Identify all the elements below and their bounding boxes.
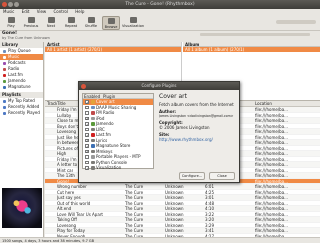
- now-playing-subtitle: by The Cure from Unknown: [2, 36, 50, 40]
- next-icon: [47, 17, 55, 23]
- plugin-icon: [91, 149, 95, 153]
- plugin-icon: [91, 166, 95, 170]
- close-window-icon[interactable]: [2, 2, 7, 7]
- previous-icon: [27, 17, 35, 23]
- plugin-info-desc: Fetch album covers from the Internet: [159, 102, 234, 107]
- music-icon: [3, 55, 6, 59]
- plugin-icon: [91, 138, 95, 142]
- sidebar-item-magnatune[interactable]: Magnatune: [0, 84, 43, 90]
- plugin-icon: [91, 155, 95, 159]
- window-titlebar: The Cure - Gone! (Rhythmbox): [0, 0, 320, 9]
- plugin-author: James Livingston <doclivingston@gmail.co…: [159, 114, 234, 118]
- visualization-icon: [129, 17, 137, 23]
- visualization-button[interactable]: Visualization: [122, 16, 144, 30]
- browse-button[interactable]: Browse: [102, 16, 120, 30]
- plugin-enabled-checkbox[interactable]: [85, 100, 89, 104]
- toolbar: Play Previous Next Repeat Shuffle Browse…: [0, 15, 320, 31]
- previous-button[interactable]: Previous: [22, 16, 40, 30]
- plugin-icon: [91, 100, 95, 104]
- plugin-enabled-checkbox[interactable]: [85, 144, 89, 148]
- dialog-close-icon[interactable]: [81, 83, 86, 89]
- plugin-site[interactable]: http://www.rhythmbox.org/: [159, 137, 237, 142]
- album-art: [2, 188, 42, 228]
- plugin-enabled-checkbox[interactable]: [85, 166, 89, 170]
- artist-all-row[interactable]: All 1 artist (1 artist) (270/1): [45, 47, 181, 52]
- now-playing-bar: Gone! by The Cure from Unknown: [0, 31, 320, 41]
- jamendo-icon: [3, 79, 6, 83]
- plugin-copyright: © 2006 James Livingston: [159, 125, 210, 130]
- plugins-dialog: Configure Plugins Enabled Plugin Cover a…: [78, 81, 240, 183]
- plugin-icon: [91, 122, 95, 126]
- repeat-button[interactable]: Repeat: [62, 16, 80, 30]
- window-title: The Cure - Gone! (Rhythmbox): [125, 2, 195, 7]
- plugin-label: Visualization: [96, 165, 122, 170]
- plugin-enabled-checkbox[interactable]: [85, 133, 89, 137]
- shuffle-icon: [87, 17, 95, 23]
- playlist-icon: [3, 99, 6, 103]
- plugin-list: Enabled Plugin Cover artDAAP Music Shari…: [82, 93, 154, 171]
- plugin-icon: [91, 116, 95, 120]
- play-icon: [7, 17, 15, 23]
- plugin-info-title: Cover art: [159, 93, 187, 100]
- album-all-row[interactable]: All 1 album (1 album) (270/1): [183, 47, 320, 52]
- plugin-enabled-checkbox[interactable]: [85, 122, 89, 126]
- shuffle-button[interactable]: Shuffle: [82, 16, 100, 30]
- plugin-icon: [91, 133, 95, 137]
- plugin-enabled-checkbox[interactable]: [85, 116, 89, 121]
- plugin-icon: [91, 111, 95, 115]
- plugin-enabled-checkbox[interactable]: [85, 149, 89, 154]
- browse-icon: [107, 18, 115, 24]
- next-button[interactable]: Next: [42, 16, 60, 30]
- seek-slider[interactable]: [200, 33, 310, 36]
- configure-button[interactable]: Configure...: [179, 172, 205, 180]
- maximize-window-icon[interactable]: [14, 2, 19, 7]
- close-button[interactable]: Close: [209, 172, 235, 180]
- radio-icon: [3, 67, 6, 71]
- sidebar-item-recently-played[interactable]: Recently Played: [0, 110, 43, 116]
- plugin-icon: [91, 105, 95, 109]
- play-button[interactable]: Play: [2, 16, 20, 30]
- lastfm-icon: [3, 73, 6, 77]
- plugin-enabled-checkbox[interactable]: [85, 160, 89, 164]
- status-bar: 1500 songs, 4 days, 3 hours and 38 minut…: [0, 237, 320, 243]
- dialog-title: Configure Plugins: [141, 83, 177, 88]
- playlist-icon: [3, 111, 6, 115]
- minimize-window-icon[interactable]: [8, 2, 13, 7]
- magnatune-icon: [3, 85, 6, 89]
- plugin-icon: [91, 160, 95, 164]
- plugin-enabled-checkbox[interactable]: [85, 155, 89, 159]
- plugin-icon: [91, 144, 95, 148]
- repeat-icon: [67, 17, 75, 23]
- podcast-icon: [3, 61, 6, 65]
- plugin-icon: [91, 127, 95, 131]
- queue-icon: [3, 49, 6, 53]
- plugin-row[interactable]: Visualization: [83, 165, 153, 171]
- plugin-rows: Cover artDAAP Music SharingFM RadioiPodJ…: [83, 99, 153, 171]
- dialog-titlebar: Configure Plugins: [79, 82, 239, 90]
- plugin-enabled-checkbox[interactable]: [85, 111, 89, 115]
- plugin-enabled-checkbox[interactable]: [85, 138, 89, 143]
- plugin-info: Cover art Fetch album covers from the In…: [159, 93, 237, 169]
- plugin-enabled-checkbox[interactable]: [85, 105, 89, 109]
- volume-slider[interactable]: [276, 20, 316, 24]
- playlist-icon: [3, 105, 6, 109]
- plugin-enabled-checkbox[interactable]: [85, 127, 89, 131]
